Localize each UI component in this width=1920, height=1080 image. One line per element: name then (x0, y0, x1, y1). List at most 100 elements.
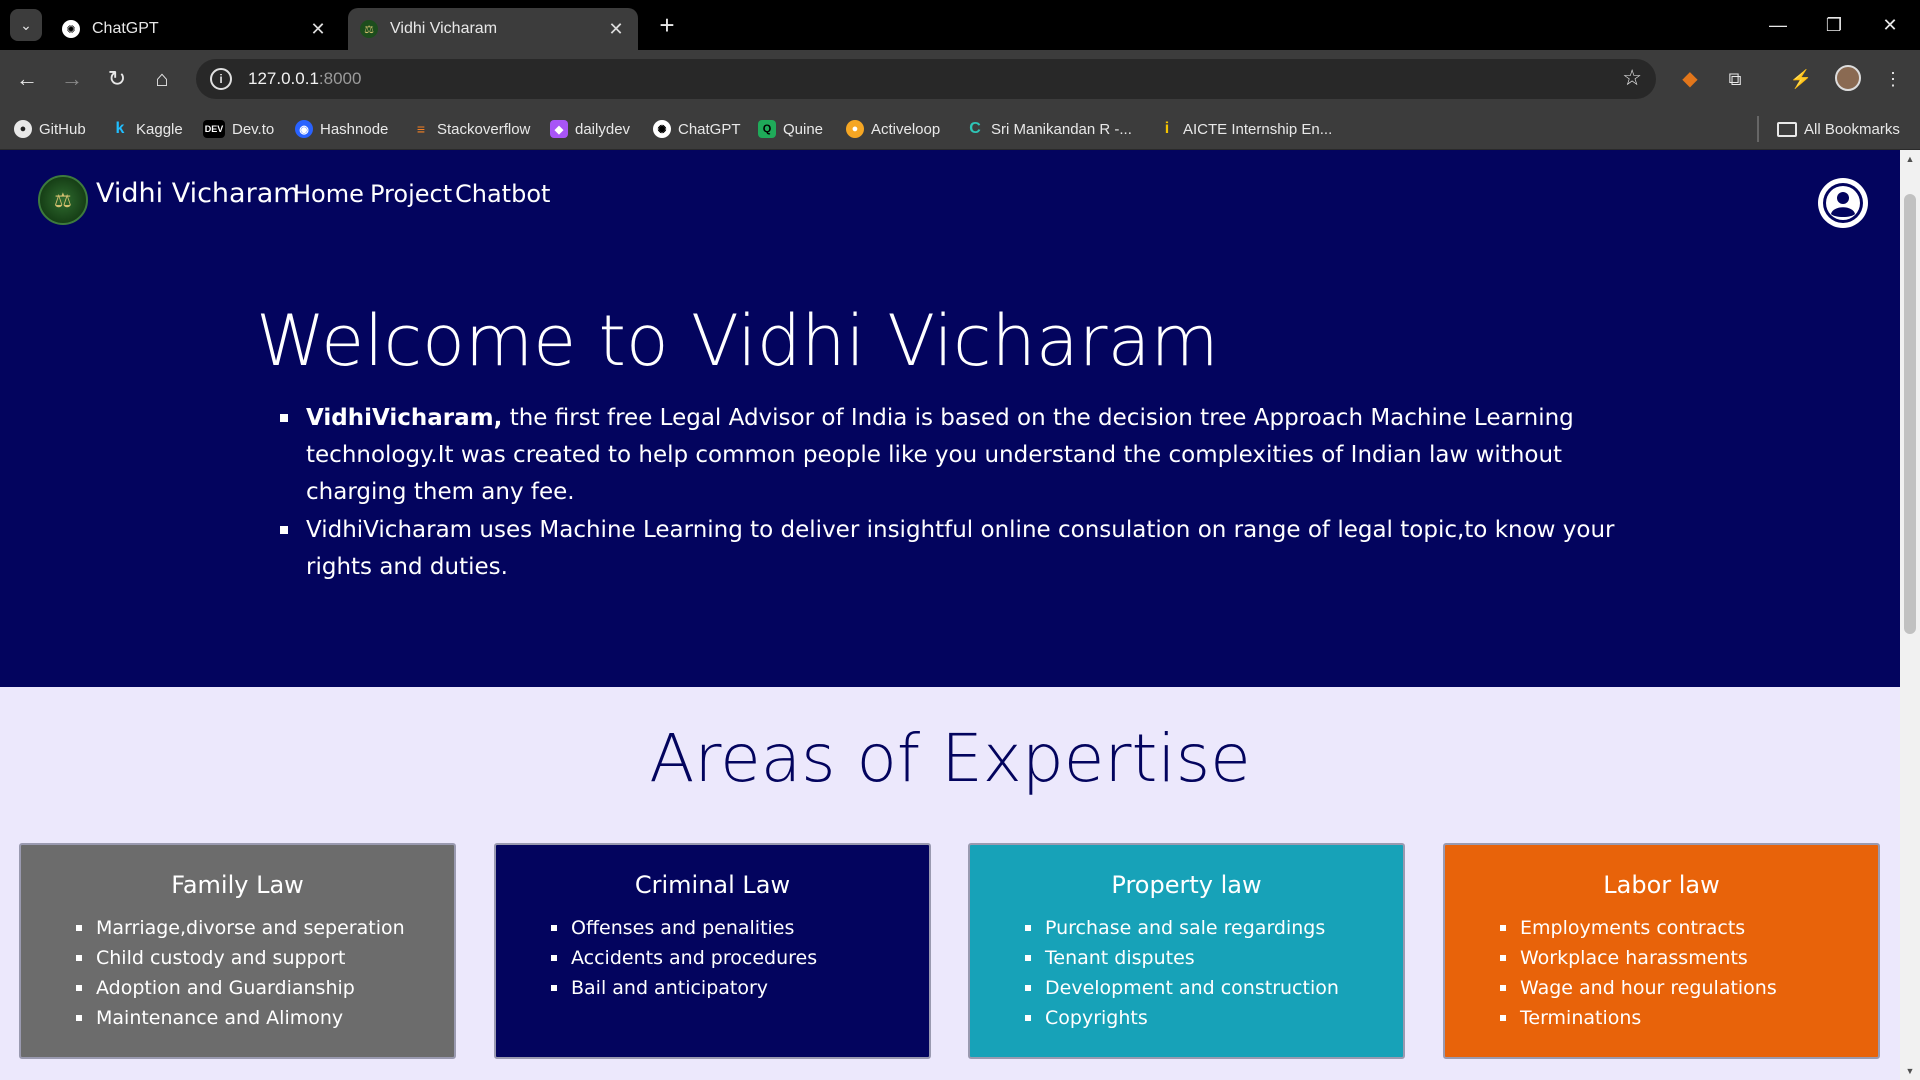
bookmark-activeloop[interactable]: ● Activeloop (846, 118, 940, 140)
bookmark-kaggle[interactable]: k Kaggle (111, 118, 183, 140)
bookmark-label: Activeloop (871, 120, 941, 138)
bookmark-dailydev[interactable]: ◆ dailydev (550, 118, 630, 140)
card-list: Marriage,divorse and seperation Child cu… (76, 913, 454, 1033)
all-bookmarks-label: All Bookmarks (1804, 120, 1900, 138)
forward-button[interactable]: → (57, 64, 87, 94)
restore-button[interactable]: ❐ (1806, 8, 1862, 42)
all-bookmarks-button[interactable]: All Bookmarks (1777, 118, 1900, 140)
scroll-down-icon[interactable]: ▼ (1905, 1066, 1915, 1076)
card-title: Family Law (171, 871, 304, 899)
bookmark-label: Dev.to (232, 120, 275, 138)
list-item: Maintenance and Alimony (76, 1003, 454, 1033)
logo[interactable]: ⚖ (38, 175, 88, 225)
bookmark-star-icon[interactable]: ☆ (1622, 65, 1642, 91)
aicte-icon: i (1164, 120, 1170, 137)
list-item: Child custody and support (76, 943, 454, 973)
c-icon: C (969, 120, 981, 137)
user-profile-button[interactable] (1818, 178, 1868, 228)
list-item: Offenses and penalities (551, 913, 929, 943)
reload-button[interactable]: ↻ (102, 64, 132, 94)
arrow-left-icon: ← (16, 66, 38, 91)
list-item: Bail and anticipatory (551, 973, 929, 1003)
back-button[interactable]: ← (12, 64, 42, 94)
menu-dots-icon[interactable]: ⋮ (1880, 66, 1906, 92)
metamask-extension-icon[interactable]: ◆ (1677, 66, 1703, 92)
scroll-up-icon[interactable]: ▲ (1905, 154, 1915, 164)
bookmark-chatgpt[interactable]: ✺ ChatGPT (653, 118, 741, 140)
scrollbar-thumb[interactable] (1904, 194, 1916, 634)
expertise-card-family-law: Family Law Marriage,divorse and seperati… (19, 843, 456, 1059)
hero-section: ⚖ Vidhi Vicharam Home Project Chatbot We… (0, 150, 1900, 687)
chatgpt-favicon-icon: ✺ (62, 20, 80, 38)
info-icon[interactable]: i (210, 68, 232, 90)
list-item: Workplace harassments (1500, 943, 1878, 973)
minimize-button[interactable]: — (1750, 8, 1806, 42)
devto-icon: DEV (203, 120, 225, 138)
hero-point: VidhiVicharam, the first free Legal Advi… (280, 400, 1660, 511)
nav-link-project[interactable]: Project (370, 180, 452, 208)
list-item: Tenant disputes (1025, 943, 1403, 973)
bookmark-label: ChatGPT (678, 120, 741, 138)
dailydev-icon: ◆ (550, 120, 568, 138)
bookmark-label: GitHub (39, 120, 86, 138)
home-button[interactable]: ⌂ (147, 64, 177, 94)
browser-toolbar: ← → ↻ ⌂ i 127.0.0.1:8000 ☆ ◆ ⧉ ⚡ ⋮ (0, 50, 1920, 108)
bookmarks-bar: ● GitHub k Kaggle DEV Dev.to ◉ Hashnode ≡ Sta… (0, 108, 1920, 150)
folder-icon (1777, 121, 1797, 137)
brand-name[interactable]: Vidhi Vicharam (96, 178, 300, 209)
card-list: Employments contracts Workplace harassme… (1500, 913, 1878, 1033)
card-list: Purchase and sale regardings Tenant disp… (1025, 913, 1403, 1033)
bookmark-label: Hashnode (320, 120, 389, 138)
bookmark-stackoverflow[interactable]: ≡ Stackoverflow (412, 118, 530, 140)
url-port: :8000 (318, 69, 362, 88)
card-title: Criminal Law (634, 871, 791, 899)
tab-vidhi-vicharam[interactable]: ⚖ Vidhi Vicharam ✕ (348, 8, 638, 50)
list-item: Marriage,divorse and seperation (76, 913, 454, 943)
extensions-icon[interactable]: ⧉ (1722, 66, 1748, 92)
list-item: Adoption and Guardianship (76, 973, 454, 1003)
page-viewport: ⚖ Vidhi Vicharam Home Project Chatbot We… (0, 150, 1900, 1080)
performance-icon[interactable]: ⚡ (1788, 66, 1814, 92)
list-item: Wage and hour regulations (1500, 973, 1878, 1003)
bookmarks-divider (1757, 116, 1759, 142)
vidhi-favicon-icon: ⚖ (360, 20, 378, 38)
bookmark-quine[interactable]: Q Quine (758, 118, 823, 140)
card-title: Property law (1111, 871, 1262, 899)
close-icon[interactable]: ✕ (308, 19, 328, 40)
bookmark-label: AICTE Internship En... (1183, 120, 1333, 138)
bookmark-label: dailydev (575, 120, 631, 138)
home-icon: ⌂ (155, 66, 169, 91)
page-scrollbar[interactable]: ▲ ▼ (1900, 150, 1920, 1080)
nav-link-home[interactable]: Home (293, 180, 364, 208)
list-item: Terminations (1500, 1003, 1878, 1033)
hero-title: Welcome to Vidhi Vicharam (256, 300, 1219, 382)
tab-search-button[interactable]: ⌄ (10, 9, 42, 41)
hero-points: VidhiVicharam, the first free Legal Advi… (280, 400, 1660, 587)
profile-avatar[interactable] (1835, 65, 1861, 91)
tab-chatgpt[interactable]: ✺ ChatGPT ✕ (50, 8, 340, 50)
expertise-card-property-law: Property law Purchase and sale regarding… (968, 843, 1405, 1059)
user-avatar-icon (1823, 183, 1863, 223)
chevron-down-icon: ⌄ (20, 16, 32, 33)
close-icon[interactable]: ✕ (606, 19, 626, 40)
bookmark-sri-manikandan[interactable]: C Sri Manikandan R -... (966, 118, 1132, 140)
arrow-right-icon: → (61, 66, 83, 91)
bookmark-devto[interactable]: DEV Dev.to (203, 118, 274, 140)
stackoverflow-icon: ≡ (416, 121, 426, 137)
activeloop-icon: ● (846, 120, 864, 138)
hashnode-icon: ◉ (295, 120, 313, 138)
bookmark-label: Quine (783, 120, 824, 138)
nav-link-chatbot[interactable]: Chatbot (455, 180, 550, 208)
expertise-card-labor-law: Labor law Employments contracts Workplac… (1443, 843, 1880, 1059)
bookmark-aicte[interactable]: i AICTE Internship En... (1158, 118, 1332, 140)
list-item: Purchase and sale regardings (1025, 913, 1403, 943)
new-tab-button[interactable]: + (652, 10, 682, 40)
list-item: Accidents and procedures (551, 943, 929, 973)
bookmark-hashnode[interactable]: ◉ Hashnode (295, 118, 388, 140)
quine-icon: Q (758, 120, 776, 138)
chatgpt-icon: ✺ (653, 120, 671, 138)
address-bar[interactable]: i 127.0.0.1:8000 ☆ (196, 59, 1656, 99)
close-window-button[interactable]: ✕ (1862, 8, 1918, 42)
tab-title: Vidhi Vicharam (390, 20, 498, 37)
bookmark-github[interactable]: ● GitHub (14, 118, 86, 140)
